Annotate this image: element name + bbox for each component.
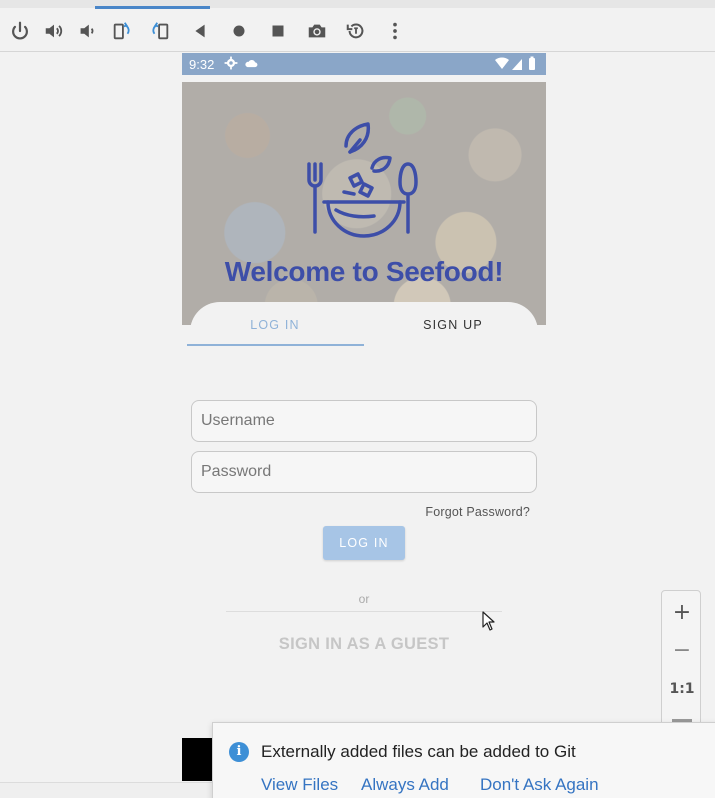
home-icon[interactable] bbox=[226, 18, 252, 44]
status-time: 9:32 bbox=[189, 57, 215, 72]
emulator-toolbar bbox=[0, 0, 715, 52]
bottom-status-strip bbox=[0, 782, 212, 798]
username-field bbox=[191, 400, 537, 442]
rotate-left-icon[interactable] bbox=[109, 18, 135, 44]
camera-icon[interactable] bbox=[304, 18, 330, 44]
overview-icon[interactable] bbox=[265, 18, 291, 44]
log-in-button[interactable]: LOG IN bbox=[323, 526, 405, 560]
android-status-bar: 9:32 bbox=[182, 53, 546, 75]
info-icon: i bbox=[229, 742, 249, 762]
always-add-link[interactable]: Always Add bbox=[361, 775, 449, 795]
active-tab-indicator bbox=[187, 344, 364, 346]
tab-log-in[interactable]: LOG IN bbox=[187, 318, 363, 346]
emulator-screen: 9:32 Welcome to Seefood! LOG IN SIGN UP … bbox=[182, 53, 546, 783]
zoom-controls: + − 1:1 bbox=[661, 590, 701, 730]
or-divider-line bbox=[226, 611, 502, 612]
forgot-password-link[interactable]: Forgot Password? bbox=[418, 505, 530, 519]
active-tab-indicator bbox=[95, 6, 210, 9]
zoom-actual-size-button[interactable]: 1:1 bbox=[662, 670, 702, 708]
snapshot-icon[interactable] bbox=[343, 18, 369, 44]
black-panel bbox=[182, 738, 214, 781]
password-field bbox=[191, 451, 537, 493]
volume-down-icon[interactable] bbox=[74, 18, 100, 44]
more-icon[interactable] bbox=[382, 18, 408, 44]
hero-food-image: Welcome to Seefood! bbox=[182, 82, 546, 325]
sign-in-as-guest-button[interactable]: SIGN IN AS A GUEST bbox=[182, 635, 546, 654]
notification-message: Externally added files can be added to G… bbox=[261, 742, 576, 761]
password-input[interactable] bbox=[192, 452, 536, 492]
zoom-out-button[interactable]: − bbox=[662, 631, 702, 669]
signal-battery-icons bbox=[495, 56, 535, 70]
power-icon[interactable] bbox=[7, 18, 33, 44]
mouse-cursor-icon bbox=[482, 611, 495, 631]
rotate-right-icon[interactable] bbox=[147, 18, 173, 44]
salad-bowl-logo-icon bbox=[307, 122, 418, 238]
tab-sign-up[interactable]: SIGN UP bbox=[365, 318, 541, 346]
dont-ask-again-link[interactable]: Don't Ask Again bbox=[480, 775, 599, 795]
or-divider-label: or bbox=[358, 592, 370, 606]
cloud-icon bbox=[245, 59, 258, 68]
username-input[interactable] bbox=[192, 401, 536, 441]
zoom-in-button[interactable]: + bbox=[662, 593, 702, 631]
git-notification-balloon: i Externally added files can be added to… bbox=[212, 722, 715, 798]
view-files-link[interactable]: View Files bbox=[261, 775, 338, 795]
welcome-title: Welcome to Seefood! bbox=[224, 256, 504, 287]
volume-up-icon[interactable] bbox=[41, 18, 67, 44]
back-icon[interactable] bbox=[187, 18, 213, 44]
settings-gear-icon bbox=[224, 56, 238, 70]
